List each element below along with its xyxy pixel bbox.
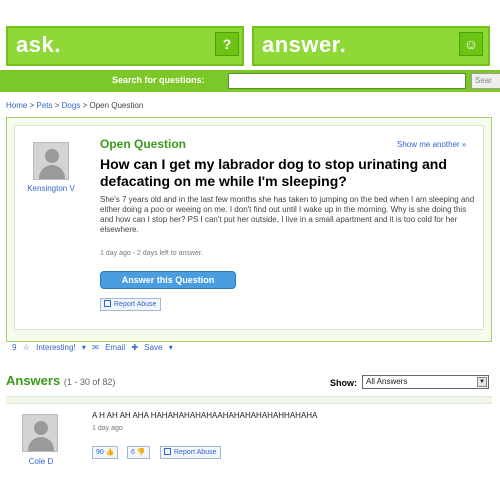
- star-icon[interactable]: ☆: [23, 343, 30, 352]
- search-button[interactable]: Sear: [471, 73, 500, 89]
- answer-text: A H AH AH AHA HAHAHAHAHAHAAHAHAHAHAHAHHA…: [92, 411, 318, 420]
- answers-count: (1 - 30 of 82): [63, 377, 116, 387]
- interesting-button[interactable]: Interesting!: [36, 343, 76, 352]
- breadcrumb-current: Open Question: [89, 101, 144, 110]
- interesting-count: 9: [12, 343, 17, 352]
- ask-label: ask.: [16, 32, 61, 57]
- question-body: She's 7 years old and in the last few mo…: [100, 195, 475, 234]
- thumbs-up-count: 90: [96, 449, 104, 456]
- avatar-body-shape: [28, 437, 54, 451]
- answer-tab[interactable]: answer. ☺: [252, 26, 490, 66]
- ask-tab[interactable]: ask. ?: [6, 26, 244, 66]
- answer-label: answer.: [262, 32, 347, 57]
- answer-report-label: Report Abuse: [174, 449, 217, 456]
- avatar-head-shape: [34, 421, 48, 435]
- show-another-link[interactable]: Show me another »: [397, 140, 466, 149]
- plus-icon: ✚: [131, 343, 139, 352]
- breadcrumb-separator: >: [54, 101, 60, 110]
- report-label: Report Abuse: [114, 301, 157, 308]
- answers-heading: Answers (1 - 30 of 82): [6, 373, 115, 388]
- search-input[interactable]: [228, 73, 466, 89]
- answers-filter-select[interactable]: All Answers ▼: [362, 375, 489, 389]
- answers-title: Answers: [6, 373, 61, 388]
- question-mark-icon: ?: [215, 32, 239, 56]
- breadcrumb-separator: >: [82, 101, 88, 110]
- question-status: Open Question: [100, 137, 187, 151]
- breadcrumb-home[interactable]: Home: [6, 101, 27, 110]
- answers-filter-value: All Answers: [366, 377, 408, 386]
- smiley-icon: ☺: [459, 32, 483, 56]
- save-dropdown-icon[interactable]: ▾: [169, 343, 173, 352]
- answer-time: 1 day ago: [92, 425, 123, 432]
- breadcrumb-dogs[interactable]: Dogs: [62, 101, 81, 110]
- question-card: Kensington V Open Question Show me anoth…: [14, 125, 484, 330]
- chevron-down-icon[interactable]: ▼: [477, 377, 487, 387]
- question-panel: Kensington V Open Question Show me anoth…: [6, 117, 492, 342]
- thumbs-up-button[interactable]: 90 👍: [92, 446, 119, 459]
- dropdown-arrow-icon[interactable]: ▾: [82, 343, 86, 352]
- asker-avatar[interactable]: [33, 142, 69, 180]
- breadcrumb-separator: >: [29, 101, 35, 110]
- avatar-body-shape: [39, 165, 65, 179]
- avatar-head-shape: [45, 149, 59, 163]
- email-button[interactable]: Email: [105, 343, 125, 352]
- email-icon: ✉: [92, 343, 99, 352]
- search-bar: Search for questions: Sear: [0, 70, 500, 92]
- save-button[interactable]: Save: [144, 343, 162, 352]
- question-meta: 1 day ago - 2 days left to answer.: [100, 250, 203, 257]
- thumbs-down-button[interactable]: 6 👎: [127, 446, 150, 459]
- breadcrumb-pets[interactable]: Pets: [36, 101, 52, 110]
- breadcrumb: Home > Pets > Dogs > Open Question: [6, 101, 143, 110]
- asker-name[interactable]: Kensington V: [21, 183, 81, 194]
- question-title: How can I get my labrador dog to stop ur…: [100, 156, 447, 189]
- show-label: Show:: [330, 378, 357, 388]
- thumbs-up-icon: 👍: [105, 449, 115, 456]
- answers-divider: [6, 396, 492, 404]
- thumbs-down-count: 6: [131, 449, 135, 456]
- site-header: ask. ? answer. ☺ Search for questions: S…: [0, 0, 500, 96]
- answer-report-abuse-button[interactable]: Report Abuse: [160, 446, 222, 459]
- answer-question-button[interactable]: Answer this Question: [100, 271, 236, 289]
- flag-icon: [164, 448, 171, 455]
- answerer-avatar[interactable]: [22, 414, 58, 452]
- report-abuse-button[interactable]: Report Abuse: [100, 298, 162, 311]
- flag-icon: [104, 300, 111, 307]
- answerer-name[interactable]: Cole D: [16, 457, 66, 466]
- question-actions: 9 ☆ Interesting! ▾ ✉ Email ✚ Save ▾: [12, 343, 177, 352]
- search-label: Search for questions:: [112, 75, 205, 85]
- thumbs-down-icon: 👎: [136, 449, 146, 456]
